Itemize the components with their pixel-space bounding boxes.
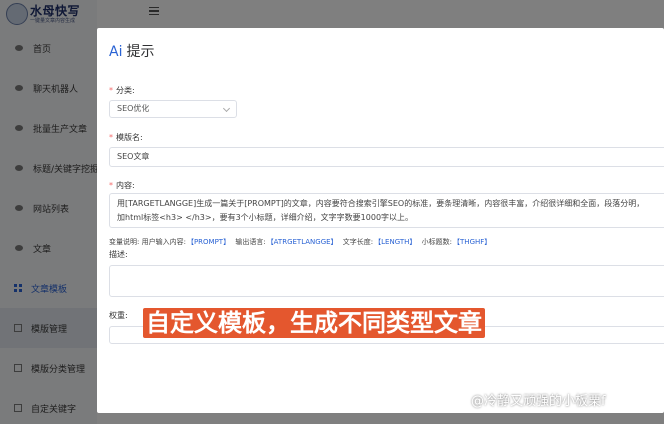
template-name-label: * 模版名:	[109, 132, 143, 143]
category-select-value: SEO优化	[117, 104, 150, 113]
chevron-down-icon	[222, 104, 231, 113]
variable-key: 【PROMPT】	[186, 238, 231, 246]
required-mark: *	[109, 86, 113, 95]
variable-key: 【THGHF】	[453, 238, 492, 246]
watermark: @冷静又顽强的小板栗f	[458, 390, 606, 409]
variable-desc: 小标题数:	[421, 238, 453, 246]
content-label-text: 内容:	[116, 181, 135, 190]
promo-caption: 自定义模板，生成不同类型文章	[143, 303, 485, 338]
dialog-title: Ai 提示	[109, 41, 154, 61]
required-mark: *	[109, 181, 113, 190]
variable-desc: 用户输入内容:	[141, 238, 186, 246]
variable-desc: 文字长度:	[342, 238, 374, 246]
category-select[interactable]: SEO优化	[109, 100, 237, 118]
description-textarea[interactable]	[109, 265, 664, 297]
prompt-dialog: Ai 提示 * 分类: SEO优化 * 模版名: SEO文章 * 内容: 用[TARGE…	[97, 28, 664, 413]
content-line: 加html标签<h3> </h3>，要有3个小标题，详细介绍，文字字数要1000…	[117, 213, 414, 222]
description-label: 描述:	[109, 250, 128, 259]
variable-key: 【LENGTH】	[374, 238, 417, 246]
variables-prefix: 变量说明:	[109, 238, 140, 246]
template-name-label-text: 模版名:	[116, 133, 143, 142]
variables-help: 变量说明: 用户输入内容:【PROMPT】 输出语言:【ATRGETLANGGE…	[109, 237, 494, 247]
content-label: * 内容:	[109, 180, 135, 191]
variable-key: 【ATRGETLANGGE】	[266, 238, 338, 246]
watermark-text: @冷静又顽强的小板栗f	[471, 394, 606, 409]
template-name-input[interactable]: SEO文章	[109, 147, 664, 167]
dialog-title-text: 提示	[126, 44, 155, 60]
category-label-text: 分类:	[116, 86, 135, 95]
category-label: * 分类:	[109, 85, 135, 96]
variable-desc: 输出语言:	[235, 238, 266, 246]
template-name-value: SEO文章	[117, 152, 150, 161]
content-line: 用[TARGETLANGGE]生成一篇关于[PROMPT]的文章，内容要符合搜索…	[117, 199, 645, 208]
promo-caption-text: 自定义模板，生成不同类型文章	[143, 308, 485, 338]
dialog-title-prefix: Ai	[109, 44, 123, 60]
content-textarea[interactable]: 用[TARGETLANGGE]生成一篇关于[PROMPT]的文章，内容要符合搜索…	[109, 193, 664, 228]
weight-label: 权重:	[109, 311, 128, 320]
watermark-logo-icon	[458, 396, 468, 406]
required-mark: *	[109, 133, 113, 142]
